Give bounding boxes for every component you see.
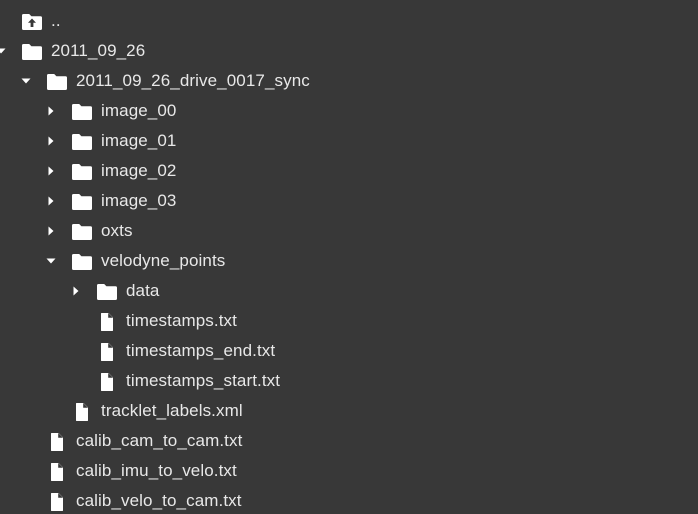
file-name: tracklet_labels.xml — [101, 401, 243, 420]
file-icon — [96, 312, 118, 332]
folder-row-velodyne-points[interactable]: velodyne_points — [0, 246, 698, 276]
folder-row-2011-09-26-drive-0017-sync[interactable]: 2011_09_26_drive_0017_sync — [0, 66, 698, 96]
folder-icon — [71, 252, 93, 272]
caret-down-icon[interactable] — [46, 256, 56, 266]
folder-name: oxts — [101, 221, 133, 240]
folder-name: .. — [51, 11, 61, 30]
folder-icon — [71, 222, 93, 242]
file-row-timestamps-txt[interactable]: timestamps.txt — [0, 306, 698, 336]
folder-name: image_02 — [101, 161, 177, 180]
caret-down-icon[interactable] — [0, 46, 6, 56]
file-row-timestamps-start-txt[interactable]: timestamps_start.txt — [0, 366, 698, 396]
folder-icon — [21, 42, 43, 62]
folder-row-data[interactable]: data — [0, 276, 698, 306]
folder-row-image-01[interactable]: image_01 — [0, 126, 698, 156]
folder-name: velodyne_points — [101, 251, 226, 270]
folder-row-image-02[interactable]: image_02 — [0, 156, 698, 186]
folder-icon — [71, 192, 93, 212]
file-row-calib-velo-to-cam-txt[interactable]: calib_velo_to_cam.txt — [0, 486, 698, 514]
folder-row-image-03[interactable]: image_03 — [0, 186, 698, 216]
caret-right-icon[interactable] — [46, 106, 56, 116]
file-name: calib_velo_to_cam.txt — [76, 491, 242, 510]
folder-name: 2011_09_26 — [51, 41, 146, 60]
folder-icon — [71, 102, 93, 122]
file-tree: .. 2011_09_26 2011_09_26_drive_0017_syncim… — [0, 0, 698, 514]
file-name: calib_imu_to_velo.txt — [76, 461, 237, 480]
file-name: timestamps_end.txt — [126, 341, 276, 360]
file-icon — [71, 402, 93, 422]
folder-name: image_01 — [101, 131, 177, 150]
file-icon — [96, 372, 118, 392]
caret-down-icon[interactable] — [21, 76, 31, 86]
folder-icon — [71, 132, 93, 152]
folder-name: image_03 — [101, 191, 177, 210]
caret-right-icon[interactable] — [46, 196, 56, 206]
file-icon — [96, 342, 118, 362]
folder-name: data — [126, 281, 160, 300]
caret-right-icon[interactable] — [46, 166, 56, 176]
folder-row-parent[interactable]: .. — [0, 6, 698, 36]
folder-row-image-00[interactable]: image_00 — [0, 96, 698, 126]
folder-name: image_00 — [101, 101, 177, 120]
file-name: calib_cam_to_cam.txt — [76, 431, 243, 450]
caret-right-icon[interactable] — [46, 226, 56, 236]
folder-row-2011-09-26[interactable]: 2011_09_26 — [0, 36, 698, 66]
folder-icon — [71, 162, 93, 182]
file-icon — [46, 492, 68, 512]
folder-row-oxts[interactable]: oxts — [0, 216, 698, 246]
file-name: timestamps_start.txt — [126, 371, 281, 390]
folder-icon — [46, 72, 68, 92]
file-icon — [46, 432, 68, 452]
file-name: timestamps.txt — [126, 311, 237, 330]
file-row-calib-cam-to-cam-txt[interactable]: calib_cam_to_cam.txt — [0, 426, 698, 456]
file-row-calib-imu-to-velo-txt[interactable]: calib_imu_to_velo.txt — [0, 456, 698, 486]
caret-right-icon[interactable] — [71, 286, 81, 296]
file-row-timestamps-end-txt[interactable]: timestamps_end.txt — [0, 336, 698, 366]
file-icon — [46, 462, 68, 482]
upload-folder-icon — [21, 12, 43, 32]
folder-icon — [96, 282, 118, 302]
caret-right-icon[interactable] — [46, 136, 56, 146]
folder-name: 2011_09_26_drive_0017_sync — [76, 71, 310, 90]
file-row-tracklet-labels-xml[interactable]: tracklet_labels.xml — [0, 396, 698, 426]
